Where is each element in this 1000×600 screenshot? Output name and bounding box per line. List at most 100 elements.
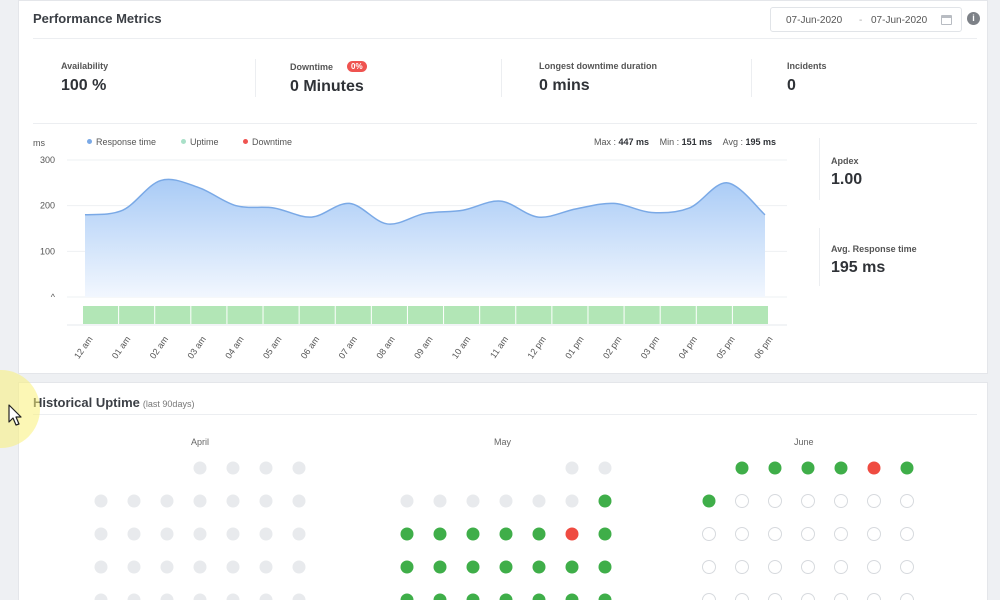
day-dot-future[interactable] <box>801 560 815 574</box>
day-dot-no-data[interactable] <box>292 593 306 600</box>
day-dot-up[interactable] <box>433 593 447 600</box>
day-dot-no-data[interactable] <box>259 593 273 600</box>
day-dot-future[interactable] <box>735 527 749 541</box>
day-dot-future[interactable] <box>768 593 782 600</box>
day-dot-future[interactable] <box>702 593 716 600</box>
day-dot-no-data[interactable] <box>433 494 447 508</box>
day-dot-no-data[interactable] <box>94 593 108 600</box>
day-dot-up[interactable] <box>499 593 513 600</box>
uptime-segment <box>191 306 227 324</box>
day-dot-up[interactable] <box>532 560 546 574</box>
day-dot-future[interactable] <box>900 494 914 508</box>
day-dot-future[interactable] <box>834 560 848 574</box>
day-dot-up[interactable] <box>598 593 612 600</box>
day-dot-no-data[interactable] <box>193 527 207 541</box>
day-dot-future[interactable] <box>867 593 881 600</box>
day-dot-no-data[interactable] <box>259 494 273 508</box>
day-dot-up[interactable] <box>702 494 716 508</box>
day-dot-up[interactable] <box>801 461 815 475</box>
day-dot-future[interactable] <box>834 527 848 541</box>
day-dot-no-data[interactable] <box>226 593 240 600</box>
day-dot-future[interactable] <box>735 494 749 508</box>
day-dot-up[interactable] <box>433 560 447 574</box>
day-dot-no-data[interactable] <box>292 527 306 541</box>
day-dot-future[interactable] <box>735 593 749 600</box>
day-dot-future[interactable] <box>768 494 782 508</box>
day-dot-no-data[interactable] <box>565 461 579 475</box>
day-dot-no-data[interactable] <box>292 560 306 574</box>
day-dot-up[interactable] <box>466 527 480 541</box>
day-dot-no-data[interactable] <box>94 560 108 574</box>
day-dot-up[interactable] <box>499 527 513 541</box>
day-dot-future[interactable] <box>735 560 749 574</box>
day-dot-no-data[interactable] <box>94 494 108 508</box>
day-dot-future[interactable] <box>867 560 881 574</box>
day-dot-incident[interactable] <box>867 461 881 475</box>
day-dot-up[interactable] <box>400 527 414 541</box>
day-dot-no-data[interactable] <box>193 461 207 475</box>
day-dot-future[interactable] <box>801 494 815 508</box>
day-dot-no-data[interactable] <box>160 560 174 574</box>
day-dot-future[interactable] <box>768 560 782 574</box>
day-dot-up[interactable] <box>532 527 546 541</box>
day-dot-no-data[interactable] <box>259 461 273 475</box>
day-dot-future[interactable] <box>702 560 716 574</box>
day-dot-up[interactable] <box>735 461 749 475</box>
day-dot-no-data[interactable] <box>94 527 108 541</box>
day-dot-future[interactable] <box>702 527 716 541</box>
day-dot-incident[interactable] <box>565 527 579 541</box>
day-dot-no-data[interactable] <box>292 494 306 508</box>
day-dot-up[interactable] <box>598 560 612 574</box>
day-dot-no-data[interactable] <box>127 527 141 541</box>
date-separator: - <box>859 15 863 26</box>
day-dot-no-data[interactable] <box>226 527 240 541</box>
day-dot-no-data[interactable] <box>160 527 174 541</box>
day-dot-no-data[interactable] <box>532 494 546 508</box>
day-dot-no-data[interactable] <box>226 461 240 475</box>
day-dot-future[interactable] <box>867 494 881 508</box>
calendar-icon[interactable] <box>941 15 952 25</box>
day-dot-no-data[interactable] <box>226 560 240 574</box>
day-dot-no-data[interactable] <box>127 593 141 600</box>
day-dot-up[interactable] <box>565 593 579 600</box>
day-dot-no-data[interactable] <box>127 560 141 574</box>
day-dot-up[interactable] <box>532 593 546 600</box>
day-dot-up[interactable] <box>834 461 848 475</box>
day-dot-up[interactable] <box>900 461 914 475</box>
day-dot-no-data[interactable] <box>598 461 612 475</box>
day-dot-up[interactable] <box>768 461 782 475</box>
day-dot-future[interactable] <box>834 593 848 600</box>
day-dot-no-data[interactable] <box>193 560 207 574</box>
info-icon[interactable]: i <box>967 12 980 25</box>
day-dot-up[interactable] <box>598 494 612 508</box>
day-dot-up[interactable] <box>499 560 513 574</box>
day-dot-no-data[interactable] <box>160 593 174 600</box>
day-dot-no-data[interactable] <box>226 494 240 508</box>
day-dot-future[interactable] <box>867 527 881 541</box>
day-dot-no-data[interactable] <box>259 560 273 574</box>
day-dot-future[interactable] <box>900 593 914 600</box>
day-dot-up[interactable] <box>466 593 480 600</box>
day-dot-no-data[interactable] <box>292 461 306 475</box>
day-dot-future[interactable] <box>834 494 848 508</box>
day-dot-future[interactable] <box>801 593 815 600</box>
day-dot-up[interactable] <box>565 560 579 574</box>
day-dot-no-data[interactable] <box>400 494 414 508</box>
day-dot-up[interactable] <box>598 527 612 541</box>
day-dot-no-data[interactable] <box>466 494 480 508</box>
day-dot-no-data[interactable] <box>499 494 513 508</box>
day-dot-no-data[interactable] <box>160 494 174 508</box>
day-dot-future[interactable] <box>768 527 782 541</box>
day-dot-no-data[interactable] <box>193 494 207 508</box>
day-dot-up[interactable] <box>400 560 414 574</box>
day-dot-future[interactable] <box>900 560 914 574</box>
day-dot-no-data[interactable] <box>127 494 141 508</box>
day-dot-up[interactable] <box>400 593 414 600</box>
day-dot-up[interactable] <box>433 527 447 541</box>
day-dot-future[interactable] <box>900 527 914 541</box>
day-dot-up[interactable] <box>466 560 480 574</box>
day-dot-no-data[interactable] <box>565 494 579 508</box>
day-dot-future[interactable] <box>801 527 815 541</box>
day-dot-no-data[interactable] <box>193 593 207 600</box>
day-dot-no-data[interactable] <box>259 527 273 541</box>
